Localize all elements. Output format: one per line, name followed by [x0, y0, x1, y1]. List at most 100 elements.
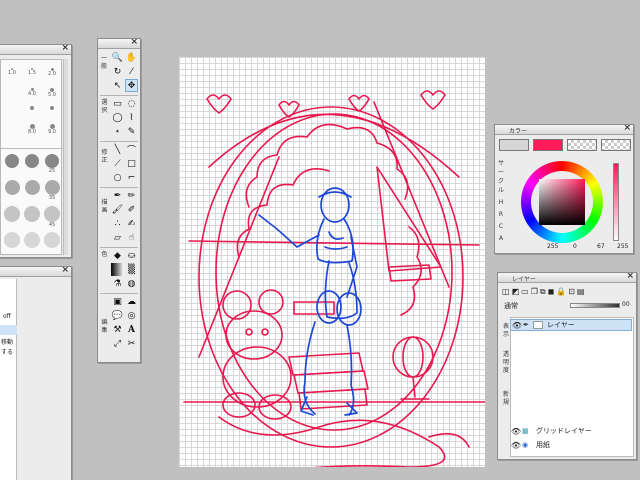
speech-icon[interactable]: 💬 [111, 309, 124, 322]
tool-palette-titlebar[interactable]: × [98, 39, 140, 49]
frame-icon[interactable]: ▣ [111, 295, 124, 308]
brush-size-item[interactable]: 35 [43, 180, 61, 201]
rect-select-icon[interactable]: ▭ [111, 97, 124, 110]
close-icon[interactable]: × [61, 45, 69, 53]
rotate-icon[interactable]: ↻ [111, 65, 124, 78]
eye-icon[interactable]: 👁 [510, 441, 522, 450]
bubble-icon[interactable]: ◎ [125, 309, 138, 322]
property-panel-titlebar[interactable]: × [0, 267, 71, 277]
merge-icon[interactable]: ⧉ [540, 287, 548, 296]
layer-side-tab-display[interactable]: 表示 [502, 323, 510, 339]
color-panel-titlebar[interactable]: カラー × [495, 125, 633, 135]
eye-icon[interactable]: 👁 [511, 321, 523, 330]
polyline-icon[interactable]: ⟋ [111, 157, 124, 170]
layer-panel-titlebar[interactable]: レイヤー × [498, 273, 636, 283]
brush-size-item[interactable]: 5.0 [43, 88, 61, 98]
close-icon[interactable]: × [626, 273, 634, 281]
brush-size-item[interactable] [23, 106, 41, 110]
color-tab-cmyk[interactable]: C [497, 223, 505, 230]
brush-size-item[interactable] [43, 106, 61, 110]
opacity-slider[interactable] [570, 303, 620, 308]
eraser-icon[interactable]: ▱ [111, 231, 124, 244]
brush-size-item[interactable]: 1.0 [3, 68, 21, 76]
layer-item-paper[interactable]: 👁 ◉ 用紙 [510, 439, 632, 451]
clip-icon[interactable]: ⊡ [568, 287, 577, 296]
marker-icon[interactable]: ✐ [125, 203, 138, 216]
brush-panel-titlebar[interactable]: × [0, 45, 71, 55]
brush-size-item[interactable] [23, 232, 41, 248]
brush-size-item[interactable] [23, 154, 41, 168]
brush-size-item[interactable] [3, 154, 21, 168]
color-tab-circle[interactable]: サークル [497, 159, 505, 195]
warp-icon[interactable]: ✂ [125, 337, 138, 350]
close-icon[interactable]: × [623, 125, 631, 133]
close-icon[interactable]: × [61, 267, 69, 275]
tone-icon[interactable]: ▒ [125, 263, 138, 276]
ruler-icon[interactable]: ⌐ [125, 171, 138, 184]
rectangle-icon[interactable]: □ [125, 157, 138, 170]
ellipse-icon[interactable]: ○ [111, 171, 124, 184]
gradient-icon[interactable] [111, 263, 124, 276]
move-icon[interactable]: ✥ [125, 79, 138, 92]
airbrush-icon[interactable]: ∴ [111, 217, 124, 230]
pencil-icon[interactable]: ✏ [125, 189, 138, 202]
select-pen-icon[interactable]: ✎ [125, 125, 138, 138]
brush-size-item[interactable]: 4.0 [23, 88, 41, 97]
layer-side-tab-new[interactable]: 新規 [502, 391, 510, 407]
sub-color-swatch[interactable] [499, 139, 529, 151]
fill-bucket-icon[interactable]: ⛀ [125, 249, 138, 262]
alpha-slider[interactable] [613, 163, 619, 241]
new-layer-icon[interactable]: ◫ [502, 287, 512, 296]
line-icon[interactable]: ╲ [111, 143, 124, 156]
mask-icon[interactable]: ◼ [548, 287, 557, 296]
pen-icon[interactable]: ✒ [111, 189, 124, 202]
duplicate-icon[interactable]: ❐ [531, 287, 540, 296]
saturation-value-square[interactable] [539, 179, 585, 225]
stamp-icon[interactable]: ⚒ [111, 323, 124, 336]
smudge-icon[interactable]: ☝ [125, 231, 138, 244]
object-select-icon[interactable]: ↖ [111, 79, 124, 92]
brush-icon[interactable]: 🖌 [111, 203, 124, 216]
opacity-value[interactable]: 00 [622, 301, 630, 308]
close-icon[interactable]: × [130, 39, 138, 47]
zoom-icon[interactable]: 🔍 [111, 51, 124, 64]
brush-size-item[interactable]: 1.5 [23, 68, 41, 76]
drawing-canvas[interactable] [179, 57, 485, 467]
brush-size-item[interactable] [3, 206, 21, 222]
brush-size-item[interactable] [3, 180, 21, 195]
brush-size-item[interactable]: 2.0 [43, 68, 61, 77]
color-tab-rgb[interactable]: R [497, 211, 505, 218]
color-tab-alpha[interactable]: A [497, 235, 505, 242]
balloon-icon[interactable]: ☁ [125, 295, 138, 308]
brush-size-item[interactable]: 45 [43, 206, 61, 228]
brush-panel-scrollbar[interactable] [63, 59, 68, 255]
brush-size-item[interactable]: 25 [43, 154, 61, 174]
main-color-swatch[interactable] [533, 139, 563, 151]
new-folder-icon[interactable]: ▭ [521, 287, 531, 296]
hue-ring[interactable] [521, 161, 603, 243]
new-vector-layer-icon[interactable]: ◩ [512, 287, 522, 296]
brush-size-item[interactable]: 8.0 [23, 124, 41, 135]
brush-size-item[interactable] [23, 206, 41, 222]
brush-size-item[interactable] [23, 180, 41, 195]
brush-size-item[interactable]: 9.0 [43, 124, 61, 135]
ellipse-select-icon[interactable]: ◯ [111, 111, 124, 124]
magic-wand-icon[interactable]: ⋆ [111, 125, 124, 138]
curve-icon[interactable]: ⌒ [125, 143, 138, 156]
transparent-swatch[interactable] [601, 139, 631, 151]
eyedropper-icon[interactable]: ⁄ [125, 65, 138, 78]
text-icon[interactable]: A [125, 323, 138, 336]
transform-icon[interactable]: ⤢ [111, 337, 124, 350]
fill-icon[interactable]: ◆ [111, 249, 124, 262]
hand-icon[interactable]: ✋ [125, 51, 138, 64]
lasso-select-icon[interactable]: ◌ [125, 97, 138, 110]
blend-mode-select[interactable]: 通常 [504, 301, 518, 311]
polyline-select-icon[interactable]: ⌇ [125, 111, 138, 124]
transparent-swatch[interactable] [567, 139, 597, 151]
color-pick-icon[interactable]: ◍ [125, 277, 138, 290]
lock-icon[interactable]: 🔒 [556, 287, 568, 296]
blend-icon[interactable]: ✍ [125, 217, 138, 230]
color-tab-hsv[interactable]: H [497, 199, 505, 206]
color-replace-icon[interactable]: ⚗ [111, 277, 124, 290]
layer-item-grid[interactable]: 👁 ▦ グリッドレイヤー [510, 425, 632, 437]
